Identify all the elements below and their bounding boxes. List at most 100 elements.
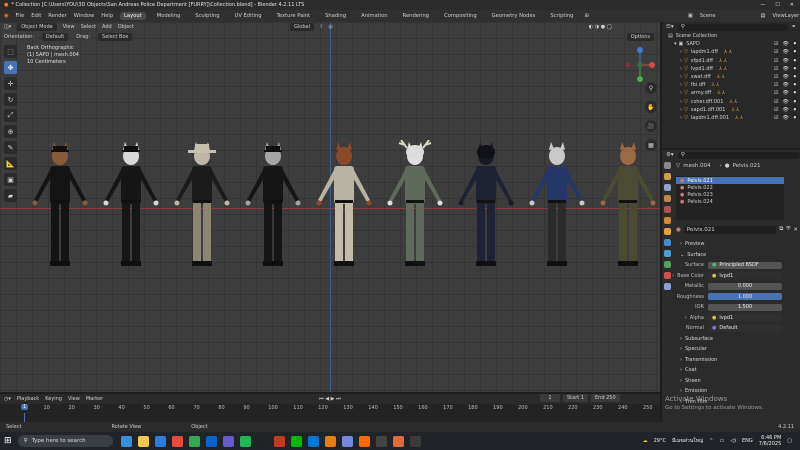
checkbox-icon[interactable]: ☑ xyxy=(774,115,778,121)
camera-icon[interactable]: ⚫ xyxy=(793,41,797,47)
eye-icon[interactable]: 👁 xyxy=(782,66,788,72)
notification-icon[interactable]: ▢ xyxy=(787,438,792,444)
character-fox-civilian[interactable] xyxy=(314,140,374,270)
texture-tab-icon[interactable] xyxy=(663,283,671,290)
outliner-item[interactable]: › ▽ sfpd1.dff ⅄ ⅄ ☑ 👁 ⚫ xyxy=(662,57,800,65)
roughness-field[interactable]: 1.000 xyxy=(708,293,782,301)
taskbar-app-icon[interactable] xyxy=(205,435,217,447)
outliner-search-input[interactable]: ⚲ xyxy=(677,23,788,31)
section-transmission[interactable]: › Transmission xyxy=(662,355,800,366)
taskbar-app-icon[interactable] xyxy=(358,435,370,447)
taskbar-app-icon[interactable] xyxy=(171,435,183,447)
taskbar-app-icon[interactable] xyxy=(256,435,268,447)
character-sheriff-deputy[interactable] xyxy=(172,140,232,270)
taskbar-app-icon[interactable] xyxy=(154,435,166,447)
checkbox-icon[interactable]: ☑ xyxy=(774,74,778,80)
section-coat[interactable]: › Coat xyxy=(662,365,800,376)
camera-icon[interactable]: ⚫ xyxy=(793,90,797,96)
material-slot[interactable]: ● Pelvis.021 xyxy=(676,177,784,184)
expand-arrow-icon[interactable]: › xyxy=(680,90,682,96)
expand-arrow-icon[interactable]: › xyxy=(680,115,682,121)
eye-icon[interactable]: 👁 xyxy=(782,58,788,64)
end-frame-field[interactable]: 250 xyxy=(606,395,616,401)
base-color-field[interactable]: ● lvpd1 xyxy=(708,272,782,280)
character-wolf-detective[interactable] xyxy=(527,140,587,270)
current-frame-field[interactable]: 1 xyxy=(540,394,560,402)
eye-icon[interactable]: 👁 xyxy=(782,49,788,55)
windows-start-icon[interactable]: ⊞ xyxy=(4,436,12,446)
start-frame-field[interactable]: 1 xyxy=(581,395,584,401)
section-subsurface[interactable]: › Subsurface xyxy=(662,334,800,345)
metallic-field[interactable]: 0.000 xyxy=(708,282,782,290)
character-camo-soldier[interactable] xyxy=(598,140,658,270)
character-officer-dog-2[interactable] xyxy=(243,140,303,270)
eye-icon[interactable]: 👁 xyxy=(782,99,788,105)
taskbar-app-icon[interactable] xyxy=(409,435,421,447)
language-indicator[interactable]: ENG xyxy=(742,438,753,444)
data-tab-icon[interactable] xyxy=(663,261,671,268)
volume-icon[interactable]: ◁) xyxy=(730,438,736,444)
close-button[interactable]: ✕ xyxy=(790,2,794,8)
timeline-editor-icon[interactable]: ◷▾ xyxy=(4,396,11,402)
eye-icon[interactable]: 👁 xyxy=(782,82,788,88)
camera-icon[interactable]: ⚫ xyxy=(793,115,797,121)
duplicate-material-icon[interactable]: ⧉ xyxy=(779,226,783,233)
taskbar-app-icon[interactable] xyxy=(222,435,234,447)
eye-icon[interactable]: 👁 xyxy=(782,41,788,47)
scene-tab-icon[interactable] xyxy=(663,206,671,213)
properties-editor-icon[interactable]: ⚙▾ xyxy=(666,152,674,158)
properties-search-input[interactable]: ⚲ xyxy=(677,151,800,159)
outliner-scene-collection[interactable]: ▤ Scene Collection xyxy=(662,32,800,40)
minimize-button[interactable]: — xyxy=(760,2,765,8)
taskbar-app-icon[interactable] xyxy=(239,435,251,447)
taskbar-app-icon[interactable] xyxy=(273,435,285,447)
render-tab-icon[interactable] xyxy=(663,173,671,180)
expand-arrow-icon[interactable]: › xyxy=(680,107,682,113)
taskbar-app-icon[interactable] xyxy=(375,435,387,447)
eye-icon[interactable]: 👁 xyxy=(782,90,788,96)
taskbar-search-input[interactable]: ⚲ Type here to search xyxy=(17,435,113,447)
outliner-item[interactable]: › ▽ army.dff ⅄ ⅄ ☑ 👁 ⚫ xyxy=(662,89,800,97)
material-slot[interactable]: ● Pelvis.024 xyxy=(676,198,784,205)
checkbox-icon[interactable]: ☑ xyxy=(774,49,778,55)
outliner-item[interactable]: › ▽ sapd1.dff.001 ⅄ ⅄ ☑ 👁 ⚫ xyxy=(662,106,800,114)
camera-icon[interactable]: ⚫ xyxy=(793,66,797,72)
output-tab-icon[interactable] xyxy=(663,184,671,191)
outliner-item[interactable]: › ▽ lapdm1.dff ⅄ ⅄ ☑ 👁 ⚫ xyxy=(662,48,800,56)
eye-icon[interactable]: 👁 xyxy=(782,74,788,80)
eye-icon[interactable]: 👁 xyxy=(782,107,788,113)
expand-arrow-icon[interactable]: › xyxy=(680,82,682,88)
checkbox-icon[interactable]: ☑ xyxy=(774,66,778,72)
object-tab-icon[interactable] xyxy=(663,228,671,235)
section-preview[interactable]: › Preview xyxy=(662,239,800,250)
playhead-line[interactable] xyxy=(24,413,25,422)
expand-arrow-icon[interactable]: › xyxy=(680,58,682,64)
character-raccoon-officer[interactable] xyxy=(101,140,161,270)
view-layer-tab-icon[interactable] xyxy=(663,195,671,202)
outliner-editor-icon[interactable]: ☰▾ xyxy=(666,24,674,30)
section-sheen[interactable]: › Sheen xyxy=(662,376,800,387)
expand-arrow-icon[interactable]: › xyxy=(680,49,682,55)
outliner-item[interactable]: › ▽ lapdm1.dff.001 ⅄ ⅄ ☑ 👁 ⚫ xyxy=(662,114,800,122)
camera-icon[interactable]: ⚫ xyxy=(793,99,797,105)
alpha-field[interactable]: ● lvpd1 xyxy=(708,314,782,322)
weather-temp[interactable]: 29°C xyxy=(654,438,666,444)
outliner-item[interactable]: › ▽ fbi.dff ⅄ ⅄ ☑ 👁 ⚫ xyxy=(662,81,800,89)
taskbar-app-icon[interactable] xyxy=(137,435,149,447)
world-tab-icon[interactable] xyxy=(663,217,671,224)
character-swat-officer[interactable] xyxy=(456,140,516,270)
character-antler-pilot[interactable] xyxy=(385,140,445,270)
taskbar-app-icon[interactable] xyxy=(188,435,200,447)
tray-chevron-icon[interactable]: ⌃ xyxy=(709,438,713,444)
outliner-item[interactable]: › ▽ csher.dff.001 ⅄ ⅄ ☑ 👁 ⚫ xyxy=(662,98,800,106)
expand-arrow-icon[interactable]: ▾ xyxy=(674,41,677,47)
taskbar-clock[interactable]: 6:46 PM 7/6/2025 xyxy=(759,435,781,447)
modifier-tab-icon[interactable] xyxy=(663,239,671,246)
outliner-collection-sapd[interactable]: ▾ ▣ SAPD ☑ 👁 ⚫ xyxy=(662,40,800,48)
physics-tab-icon[interactable] xyxy=(663,250,671,257)
outliner-item[interactable]: › ▽ lvpd1.dff ⅄ ⅄ ☑ 👁 ⚫ xyxy=(662,65,800,73)
camera-icon[interactable]: ⚫ xyxy=(793,58,797,64)
expand-arrow-icon[interactable]: › xyxy=(680,74,682,80)
normal-field[interactable]: ● Default xyxy=(708,324,782,332)
fake-user-icon[interactable]: ⛨ xyxy=(786,226,790,233)
